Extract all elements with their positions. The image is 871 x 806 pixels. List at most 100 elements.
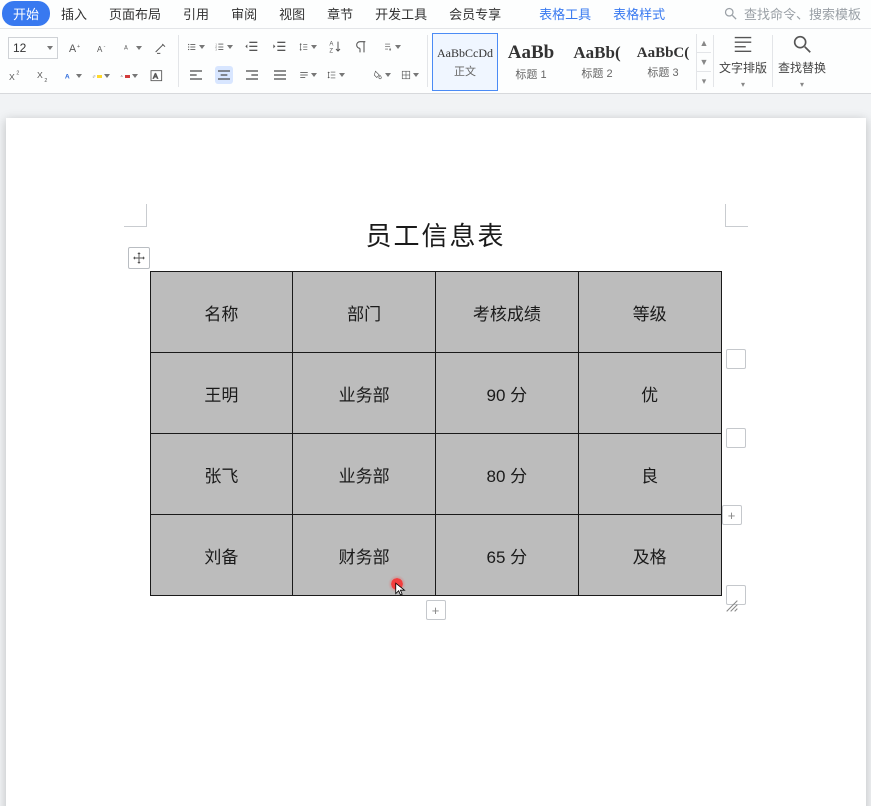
tab-insert[interactable]: 插入 xyxy=(50,1,98,26)
highlight-color-button[interactable] xyxy=(92,67,110,85)
superscript-button[interactable]: X2 xyxy=(8,67,26,85)
table-row[interactable]: 张飞 业务部 80 分 良 xyxy=(150,434,721,515)
table-cell[interactable]: 张飞 xyxy=(150,434,293,515)
table-move-handle[interactable] xyxy=(128,247,150,269)
employee-table[interactable]: 名称 部门 考核成绩 等级 王明 业务部 90 分 优 张飞 业务部 80 分 … xyxy=(150,271,722,596)
svg-text:A: A xyxy=(153,72,158,81)
table-row[interactable]: 王明 业务部 90 分 优 xyxy=(150,353,721,434)
table-header-cell[interactable]: 名称 xyxy=(150,272,293,353)
clear-format-button[interactable] xyxy=(152,39,170,57)
add-row-handle[interactable] xyxy=(726,428,746,448)
style-heading3[interactable]: AaBbC( 标题 3 xyxy=(630,33,696,91)
svg-text:Ā: Ā xyxy=(124,45,128,52)
style-preview: AaBb xyxy=(508,42,554,64)
add-row-handle[interactable]: + xyxy=(722,505,742,525)
table-header-row[interactable]: 名称 部门 考核成绩 等级 xyxy=(150,272,721,353)
tab-member[interactable]: 会员专享 xyxy=(438,1,512,26)
character-border-button[interactable]: A xyxy=(148,67,166,85)
tab-table-styles[interactable]: 表格样式 xyxy=(602,1,676,26)
numbering-button[interactable]: 123 xyxy=(215,38,233,56)
font-color-button[interactable]: A xyxy=(120,67,138,85)
table-header-cell[interactable]: 部门 xyxy=(293,272,436,353)
table-wrapper: 名称 部门 考核成绩 等级 王明 业务部 90 分 优 张飞 业务部 80 分 … xyxy=(150,271,722,596)
style-gallery-scroll: ▲ ▼ ▾ xyxy=(696,34,711,90)
style-body[interactable]: AaBbCcDd 正文 xyxy=(432,33,498,91)
tab-start[interactable]: 开始 xyxy=(2,1,50,26)
borders-button[interactable] xyxy=(401,66,419,84)
tab-pagelayout[interactable]: 页面布局 xyxy=(98,1,172,26)
line-spacing-button[interactable] xyxy=(299,38,317,56)
style-label: 标题 3 xyxy=(647,64,678,80)
table-header-cell[interactable]: 考核成绩 xyxy=(436,272,579,353)
editor-canvas[interactable]: 员工信息表 名称 部门 考核成绩 等级 王明 业务部 90 分 优 xyxy=(0,94,871,806)
shrink-font-button[interactable]: A- xyxy=(96,39,114,57)
tab-references[interactable]: 引用 xyxy=(172,1,220,26)
tab-table-tools[interactable]: 表格工具 xyxy=(528,1,602,26)
svg-text:3: 3 xyxy=(215,49,217,52)
bullets-button[interactable] xyxy=(187,38,205,56)
table-cell[interactable]: 刘备 xyxy=(150,515,293,596)
margin-corner-top-right xyxy=(725,204,748,227)
ribbon: 12 A+ A- Ā X2 X2 A xyxy=(0,28,871,94)
subscript-button[interactable]: X2 xyxy=(36,67,54,85)
table-cell[interactable]: 及格 xyxy=(578,515,721,596)
add-row-bottom-handle[interactable]: + xyxy=(426,600,446,620)
table-cell[interactable]: 业务部 xyxy=(293,434,436,515)
document-title[interactable]: 员工信息表 xyxy=(36,216,836,253)
style-preview: AaBbCcDd xyxy=(437,46,493,61)
tab-review[interactable]: 审阅 xyxy=(220,1,268,26)
align-justify-button[interactable] xyxy=(271,66,289,84)
align-distribute-button[interactable] xyxy=(299,66,317,84)
gallery-expand[interactable]: ▾ xyxy=(697,71,711,90)
svg-text:A: A xyxy=(69,43,77,55)
gallery-scroll-up[interactable]: ▲ xyxy=(697,34,711,52)
style-gallery-group: AaBbCcDd 正文 AaBb 标题 1 AaBb( 标题 2 AaBbC( … xyxy=(428,29,713,93)
font-size-value: 12 xyxy=(13,41,26,55)
document-page[interactable]: 员工信息表 名称 部门 考核成绩 等级 王明 业务部 90 分 优 xyxy=(6,118,866,806)
add-row-handle[interactable] xyxy=(726,349,746,369)
grow-font-button[interactable]: A+ xyxy=(68,39,86,57)
align-center-button[interactable] xyxy=(215,66,233,84)
font-group: 12 A+ A- Ā X2 X2 A xyxy=(0,29,178,93)
text-layout-button[interactable]: 文字排版 ▾ xyxy=(714,29,772,93)
table-cell[interactable]: 业务部 xyxy=(293,353,436,434)
table-cell[interactable]: 80 分 xyxy=(436,434,579,515)
highlight-swatch xyxy=(97,75,102,78)
style-heading2[interactable]: AaBb( 标题 2 xyxy=(564,33,630,91)
find-replace-button[interactable]: 查找替换 ▾ xyxy=(773,29,831,93)
text-direction-button[interactable] xyxy=(383,38,401,56)
table-row[interactable]: 刘备 财务部 65 分 及格 xyxy=(150,515,721,596)
align-right-button[interactable] xyxy=(243,66,261,84)
tab-chapter[interactable]: 章节 xyxy=(316,1,364,26)
command-search[interactable]: 查找命令、搜索模板 xyxy=(723,4,869,23)
find-replace-label: 查找替换 xyxy=(778,59,826,76)
table-cell[interactable]: 王明 xyxy=(150,353,293,434)
text-effects-button[interactable]: A xyxy=(64,67,82,85)
shading-button[interactable] xyxy=(373,66,391,84)
align-left-button[interactable] xyxy=(187,66,205,84)
svg-text:+: + xyxy=(77,44,80,50)
decrease-indent-button[interactable] xyxy=(243,38,261,56)
table-cell[interactable]: 90 分 xyxy=(436,353,579,434)
font-size-input[interactable]: 12 xyxy=(8,37,58,59)
style-heading1[interactable]: AaBb 标题 1 xyxy=(498,33,564,91)
svg-text:A: A xyxy=(97,45,103,54)
font-color-swatch xyxy=(125,75,130,78)
svg-text:2: 2 xyxy=(44,78,47,84)
sort-button[interactable]: AZ xyxy=(327,38,345,56)
spacing-button[interactable] xyxy=(327,66,345,84)
gallery-scroll-down[interactable]: ▼ xyxy=(697,52,711,71)
table-cell[interactable]: 优 xyxy=(578,353,721,434)
table-cell[interactable]: 财务部 xyxy=(293,515,436,596)
change-case-button[interactable]: Ā xyxy=(124,39,142,57)
tab-devtools[interactable]: 开发工具 xyxy=(364,1,438,26)
find-replace-icon xyxy=(791,33,813,55)
table-cell[interactable]: 65 分 xyxy=(436,515,579,596)
table-header-cell[interactable]: 等级 xyxy=(578,272,721,353)
show-marks-button[interactable] xyxy=(355,38,373,56)
table-cell[interactable]: 良 xyxy=(578,434,721,515)
svg-text:A: A xyxy=(65,74,70,81)
increase-indent-button[interactable] xyxy=(271,38,289,56)
tab-view[interactable]: 视图 xyxy=(268,1,316,26)
table-resize-handle[interactable] xyxy=(724,598,740,614)
